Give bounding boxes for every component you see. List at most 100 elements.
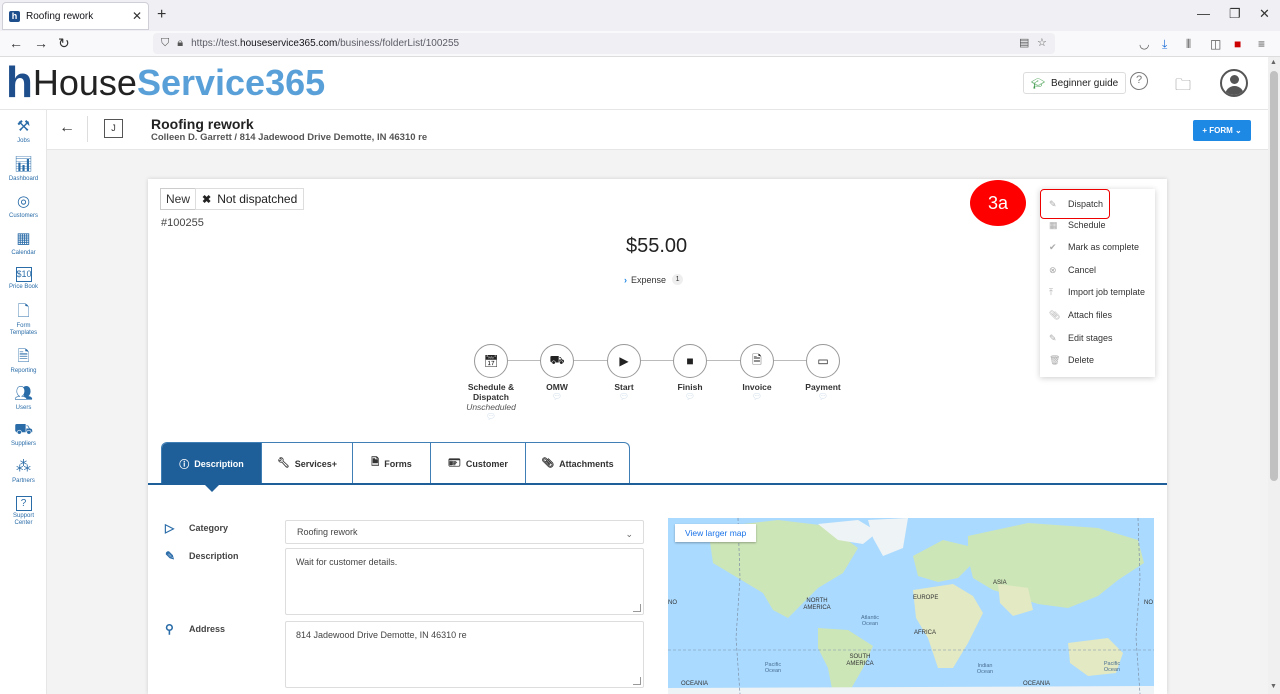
close-tab-icon[interactable]: ✕ [132,9,142,23]
menu-item-edit-stages[interactable]: ✎ Edit stages [1040,327,1155,349]
folder-icon[interactable]: 🗀 [1175,74,1191,101]
sidebar-item-customers[interactable]: ◎ Customers [0,193,47,220]
sidebar-item-suppliers[interactable]: ⛟ Suppliers [0,421,47,448]
sidebar-item-calendar[interactable]: ▦ Calendar [0,230,47,257]
paperclip-icon: 📎︎ [541,458,555,469]
app-logo[interactable]: h House Service365 [6,61,325,105]
sidebar-item-support-center[interactable]: ? Support Center [0,496,47,527]
map-label-europe: EUROPE [913,595,939,601]
stage-label: Payment [805,382,841,392]
address-label-text: Address [189,624,226,634]
tab-customer[interactable]: 🪪︎ Customer [431,443,526,484]
bookmark-star-icon[interactable]: ☆ [1037,36,1047,49]
comment-icon[interactable]: 💬︎ [456,412,526,422]
forward-icon[interactable]: → [34,35,48,51]
resize-handle-icon[interactable] [633,677,641,685]
upload-icon: ⤒ [1049,286,1053,297]
sidebar-item-form-templates[interactable]: 🗋 Form Templates [0,303,47,337]
page-scrollbar[interactable]: ▲ ▼ [1268,57,1280,694]
beginner-guide-button[interactable]: 🎓︎ Beginner guide [1023,72,1127,94]
calendar-check-icon: 📅︎ [474,344,508,378]
url-prefix: https://test. [191,38,241,49]
scroll-down-icon[interactable]: ▼ [1270,683,1277,690]
edit-icon: ✎ [165,549,176,563]
menu-item-import-template[interactable]: ⤒ Import job template [1040,281,1155,303]
sidebar-item-jobs[interactable]: ⚒ Jobs [0,118,47,145]
site-favicon-icon: h [9,10,20,22]
browser-nav-bar: ← → ↻ ⛉ 🔒︎ https://test. houseservice365.… [0,31,1280,57]
tab-forms[interactable]: 🗎 Forms [353,443,431,484]
pocket-icon[interactable]: ◡ [1139,37,1149,51]
add-form-button[interactable]: + FORM ⌄ [1193,120,1251,141]
description-textarea[interactable]: Wait for customer details. [285,548,644,615]
sidebar: ⚒ Jobs 📊︎ Dashboard ◎ Customers ▦ Calendar $… [0,110,47,694]
lock-icon: 🔒︎ [177,37,184,49]
menu-item-delete[interactable]: 🗑︎ Delete [1040,349,1155,371]
sidebar-item-dashboard[interactable]: 📊︎ Dashboard [0,156,47,183]
scrollbar-thumb[interactable] [1270,71,1278,481]
map-view[interactable]: View larger map NORTH AMERICA EUROPE ASI… [668,518,1154,694]
url-bar[interactable]: ⛉ 🔒︎ https://test. houseservice365.com/bu… [153,33,1055,54]
stage-payment[interactable]: ▭ Payment 💬︎ [788,344,858,402]
view-larger-map-button[interactable]: View larger map [675,524,757,542]
sidebar-toggle-icon[interactable]: ◫ [1210,37,1221,51]
help-icon[interactable]: ? [1130,72,1148,90]
avatar-body [1225,86,1244,95]
step-annotation-badge: 3a [970,180,1026,226]
tab-attachments[interactable]: 📎︎ Attachments [526,443,629,484]
avatar-head [1230,75,1239,84]
partners-icon: ⁂ [16,458,31,475]
minimize-icon[interactable]: — [1197,6,1210,21]
download-icon[interactable]: ⤓ [1162,37,1167,52]
resize-handle-icon[interactable] [633,604,641,612]
sidebar-item-reporting[interactable]: 🗎 Reporting [0,348,47,375]
sidebar-item-partners[interactable]: ⁂ Partners [0,458,47,485]
restore-icon[interactable]: ❐ [1229,6,1241,22]
x-icon: ✖ [202,194,212,206]
stage-invoice[interactable]: 🗎 Invoice 💬︎ [722,344,792,402]
user-avatar[interactable] [1220,69,1248,97]
map-label-oceania-2: OCEANIA [1023,681,1051,687]
tab-label: Customer [465,458,508,469]
stage-label: Start [614,382,634,392]
stage-omw[interactable]: ⛟ OMW 💬︎ [522,344,592,402]
comment-icon[interactable]: 💬︎ [655,392,725,402]
comment-icon[interactable]: 💬︎ [788,392,858,402]
map-label-pacific-2: Pacific Ocean [1103,661,1121,673]
new-tab-icon[interactable]: + [157,6,166,24]
dispatch-status-badge: ✖ Not dispatched [195,188,305,210]
comment-icon[interactable]: 💬︎ [589,392,659,402]
stage-start[interactable]: ▶ Start 💬︎ [589,344,659,402]
comment-icon[interactable]: 💬︎ [722,392,792,402]
extension-icon[interactable]: ■ [1234,37,1241,51]
category-select[interactable]: Roofing rework ⌄ [285,520,644,544]
scroll-up-icon[interactable]: ▲ [1270,59,1277,66]
calendar-icon: ▦ [16,230,31,247]
back-icon[interactable]: ← [9,35,23,51]
reload-icon[interactable]: ↻ [58,35,70,52]
browser-tab-bar: h Roofing rework ✕ + — ❐ ✕ [0,0,1280,31]
expense-toggle[interactable]: › Expense 1 [624,274,684,285]
browser-tab[interactable]: h Roofing rework ✕ [2,2,149,30]
calendar-icon: ▦ [1049,219,1058,230]
menu-item-label: Schedule [1068,220,1106,230]
tab-underline [148,483,1167,485]
reader-view-icon[interactable]: ▤ [1019,36,1029,49]
back-arrow-icon[interactable]: ← [59,119,75,137]
stage-finish[interactable]: ■ Finish 💬︎ [655,344,725,402]
sidebar-item-price-book[interactable]: $10 Price Book [0,267,47,291]
menu-item-mark-complete[interactable]: ✔ Mark as complete [1040,236,1155,258]
sidebar-item-users[interactable]: 👥︎ Users [0,385,47,412]
tab-description[interactable]: ⓘ Description [162,443,262,492]
map-label-indian: Indian Ocean [976,663,994,675]
expense-count-badge: 1 [672,274,684,285]
address-textarea[interactable]: 814 Jadewood Drive Demotte, IN 46310 re [285,621,644,688]
close-window-icon[interactable]: ✕ [1259,6,1270,22]
menu-hamburger-icon[interactable]: ≡ [1258,37,1265,51]
menu-item-cancel[interactable]: ⊗ Cancel [1040,259,1155,281]
comment-icon[interactable]: 💬︎ [522,392,592,402]
tab-services[interactable]: 🔧︎ Services+ [262,443,353,484]
stage-schedule-dispatch[interactable]: 📅︎ Schedule & Dispatch Unscheduled 💬︎ [456,344,526,422]
library-icon[interactable]: ⫴ [1186,37,1191,52]
menu-item-attach-files[interactable]: 📎︎ Attach files [1040,304,1155,326]
